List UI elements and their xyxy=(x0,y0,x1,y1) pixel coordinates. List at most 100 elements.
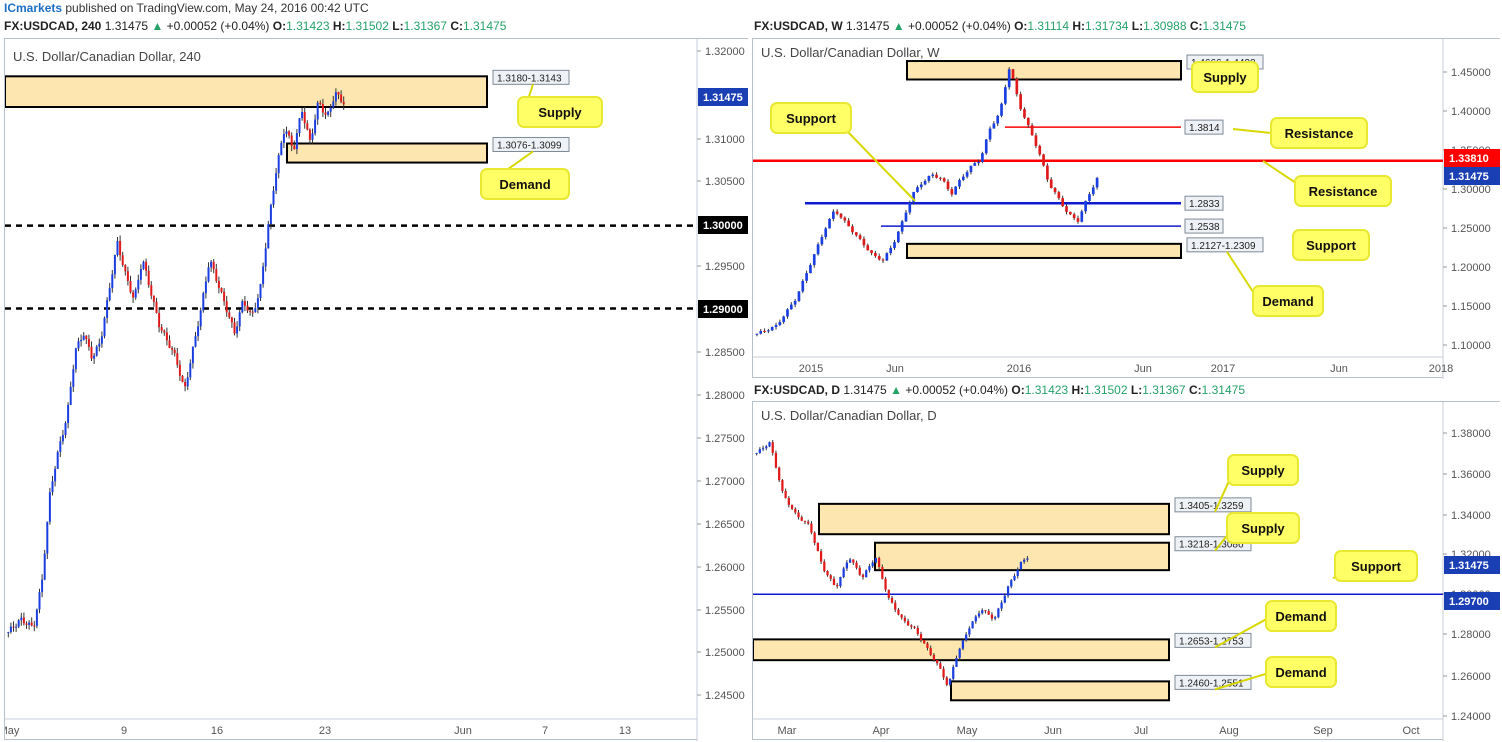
candle-up xyxy=(1091,187,1095,195)
candle-up xyxy=(194,336,197,347)
candle-down xyxy=(851,226,854,233)
candle-up xyxy=(1010,580,1013,587)
candle-down xyxy=(797,512,800,518)
candle-up xyxy=(958,179,961,187)
candle-up xyxy=(977,613,981,617)
y-tick-label: 1.36000 xyxy=(1451,469,1491,481)
candle-up xyxy=(327,111,330,115)
chart-title: U.S. Dollar/Canadian Dollar, D xyxy=(761,408,937,423)
candle-up xyxy=(793,300,797,305)
candle-up xyxy=(189,363,192,378)
callout-text: Demand xyxy=(499,177,550,192)
candle-up xyxy=(981,153,984,162)
candle-down xyxy=(884,578,887,590)
y-tick-label: 1.26500 xyxy=(705,519,745,531)
y-tick-label: 1.25500 xyxy=(705,605,745,617)
callout-text: Support xyxy=(786,111,836,126)
candle-down xyxy=(337,92,340,95)
candle-up xyxy=(984,139,988,154)
high: 1.31734 xyxy=(1085,19,1129,33)
brand-logo-text[interactable]: ICmarkets xyxy=(4,1,62,15)
candle-up xyxy=(782,316,786,322)
candle-down xyxy=(942,668,945,678)
callout-text: Demand xyxy=(1275,665,1326,680)
y-tick-label: 1.34000 xyxy=(1451,510,1491,522)
chart-weekly[interactable]: U.S. Dollar/Canadian Dollar, W 1.45000 1.4… xyxy=(753,39,1501,379)
candle-up xyxy=(100,336,103,344)
candle-up xyxy=(197,326,200,337)
candle-down xyxy=(763,330,766,332)
y-tick-label: 1.27500 xyxy=(705,433,745,445)
candle-up xyxy=(329,107,332,112)
chart-panel-weekly[interactable]: U.S. Dollar/Canadian Dollar, W 1.45000 1.4… xyxy=(752,38,1501,379)
candle-up xyxy=(904,212,908,222)
y-tick-label: 1.38000 xyxy=(1451,428,1491,440)
candle-down xyxy=(913,626,916,628)
level-label: 1.2833 xyxy=(1189,199,1220,210)
last-price: 1.31475 xyxy=(843,383,887,397)
candle-down xyxy=(945,677,948,685)
candle-down xyxy=(22,617,25,624)
price-axis xyxy=(1443,39,1501,379)
candle-down xyxy=(85,335,88,340)
callout-text: Demand xyxy=(1275,609,1326,624)
candle-up xyxy=(80,339,83,342)
candle-down xyxy=(916,627,919,635)
candle-down xyxy=(829,575,832,579)
candle-up xyxy=(106,300,109,318)
candle-down xyxy=(847,220,850,227)
candle-up xyxy=(809,265,812,274)
published-text: published on TradingView.com, May 24, 20… xyxy=(65,1,369,15)
callout-text: Supply xyxy=(1203,70,1247,85)
candle-up xyxy=(801,280,805,292)
candle-up xyxy=(95,346,98,356)
y-tick-label: 1.10000 xyxy=(1451,340,1491,352)
chart-daily[interactable]: U.S. Dollar/Canadian Dollar, D 1.38000 1.3… xyxy=(753,402,1501,741)
candle-down xyxy=(800,517,803,521)
candle-up xyxy=(908,202,912,213)
open: 1.31423 xyxy=(1024,383,1069,397)
candle-up xyxy=(965,172,969,177)
candle-up xyxy=(54,468,57,482)
candle-down xyxy=(217,280,220,288)
candle-down xyxy=(1076,218,1080,222)
candle-up xyxy=(7,631,10,633)
candle-up xyxy=(199,310,202,327)
chart-240[interactable]: U.S. Dollar/Canadian Dollar, 240 1.32000 1… xyxy=(5,39,749,741)
candle-down xyxy=(790,504,794,509)
zone-label: 1.3405-1.3259 xyxy=(1179,501,1244,512)
candle-down xyxy=(158,313,161,328)
candle-up xyxy=(842,568,845,578)
y-tick-label: 1.40000 xyxy=(1451,106,1491,118)
chart-panel-daily[interactable]: U.S. Dollar/Canadian Dollar, D 1.38000 1.3… xyxy=(752,401,1501,741)
candle-up xyxy=(35,609,38,626)
candle-up xyxy=(828,218,831,229)
candle-up xyxy=(961,176,965,180)
candle-down xyxy=(881,259,885,261)
price-tag-label: 1.30000 xyxy=(703,220,743,232)
candle-down xyxy=(835,211,839,214)
candle-down xyxy=(212,261,215,270)
candle-up xyxy=(1019,561,1023,570)
candle-up xyxy=(56,451,59,469)
candle-up xyxy=(77,341,80,349)
candle-down xyxy=(858,235,862,239)
candle-up xyxy=(191,346,194,364)
y-tick-label: 1.30000 xyxy=(1451,184,1491,196)
candle-down xyxy=(861,574,865,578)
candle-up xyxy=(988,128,992,140)
x-tick-label: Apr xyxy=(872,725,889,737)
x-tick-label: Jun xyxy=(1330,363,1348,375)
chart-panel-240[interactable]: U.S. Dollar/Canadian Dollar, 240 1.32000 1… xyxy=(4,38,749,741)
candle-up xyxy=(961,640,965,649)
candle-up xyxy=(20,617,23,621)
candle-up xyxy=(845,562,848,569)
chart-title: U.S. Dollar/Canadian Dollar, W xyxy=(761,45,940,60)
x-tick-label: 23 xyxy=(319,725,331,737)
candle-down xyxy=(787,498,790,505)
candle-up xyxy=(824,228,828,238)
level-label: 1.2538 xyxy=(1189,222,1220,233)
candle-up xyxy=(295,133,298,150)
up-triangle-icon: ▲ xyxy=(151,19,164,33)
candle-up xyxy=(259,284,262,299)
